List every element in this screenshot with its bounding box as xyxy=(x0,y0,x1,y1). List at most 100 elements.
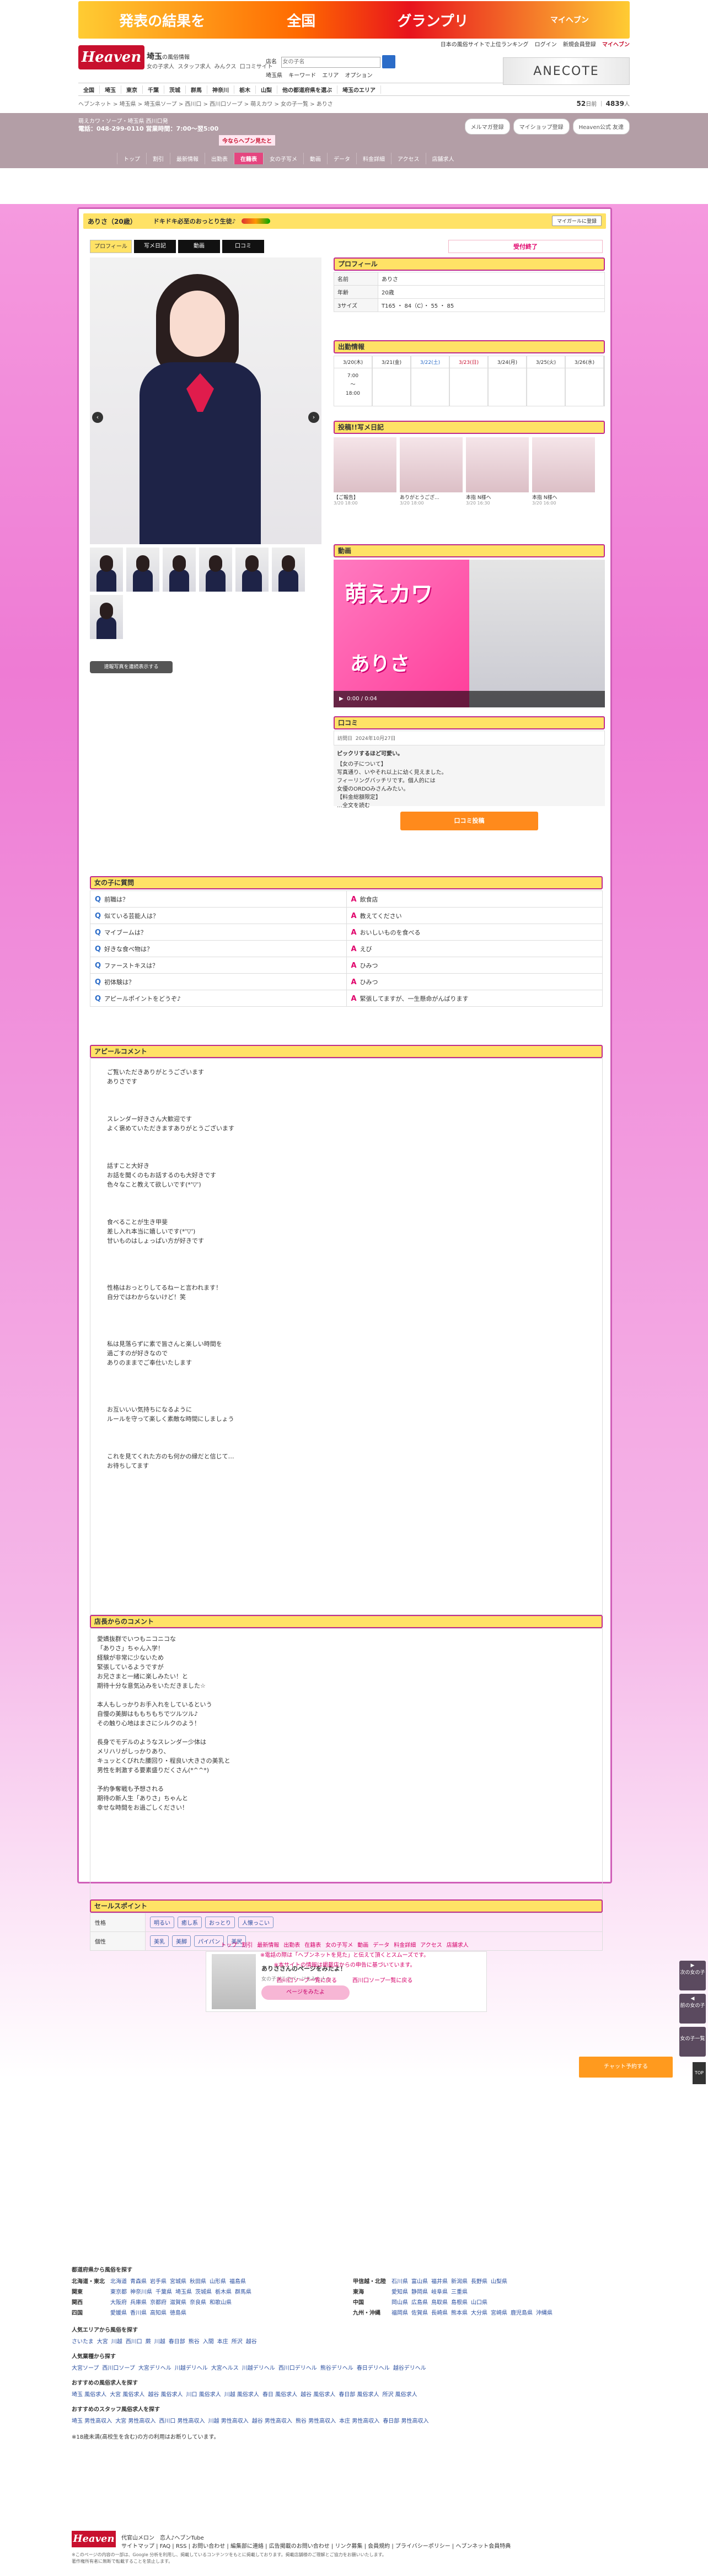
shop-tab[interactable]: 店舗求人 xyxy=(425,153,460,164)
tab-diary[interactable]: 写メ日記 xyxy=(134,240,176,253)
diary-item[interactable]: ありがとうござ... 3/20 18:00 xyxy=(400,437,463,506)
back-link[interactable]: 西川口ソープ一覧に戻る xyxy=(277,1978,337,1984)
shop-tab[interactable]: 割引 xyxy=(146,153,170,164)
nav-item[interactable]: 東京 xyxy=(121,85,143,94)
nav-item[interactable]: 他の都道府県を選ぶ xyxy=(277,85,337,94)
bottom-tab[interactable]: 動画 xyxy=(357,1942,368,1949)
play-icon[interactable]: ▶ xyxy=(339,696,344,702)
video-player[interactable]: 萌えカワ ありさ ▶ 0:00 / 0:04 xyxy=(334,560,605,707)
bottom-tab[interactable]: 在籍表 xyxy=(304,1942,321,1949)
mailmag-button[interactable]: メルマガ登録 xyxy=(464,119,510,135)
thumbnail[interactable] xyxy=(272,548,305,592)
grand-prix-banner[interactable]: 発表の結果を 全国 グランプリ マイヘブン xyxy=(78,1,630,39)
nav-item[interactable]: 埼玉のエリア xyxy=(337,85,381,94)
bottom-tab[interactable]: 出勤表 xyxy=(283,1942,300,1949)
bottom-tab[interactable]: アクセス xyxy=(420,1942,442,1949)
sales-tag[interactable]: 癒し系 xyxy=(178,1917,202,1928)
breadcrumb[interactable]: ヘブンネット > 埼玉県 > 埼玉県ソープ > 西川口 > 西川口ソープ > 萌… xyxy=(78,99,333,108)
mypage-button[interactable]: ページをみたよ xyxy=(261,1985,350,2000)
bottom-tab[interactable]: データ xyxy=(373,1942,389,1949)
thumbnail[interactable] xyxy=(90,548,123,592)
bottom-tab[interactable]: トップ xyxy=(221,1942,237,1949)
search-input[interactable] xyxy=(281,56,380,68)
footer-link[interactable]: 広告掲載のお問い合わせ xyxy=(269,2543,330,2550)
nav-item[interactable]: 全国 xyxy=(78,85,100,94)
nav-item[interactable]: 埼玉 xyxy=(100,85,121,94)
footer-link[interactable]: 代官山メロン xyxy=(121,2535,154,2541)
register-link[interactable]: 新規会員登録 xyxy=(563,42,596,48)
myheaven-link[interactable]: マイヘブン xyxy=(602,42,630,48)
ranking-link[interactable]: 日本の風俗サイトで上位ランキング xyxy=(441,42,529,48)
bottom-tab[interactable]: 最新情報 xyxy=(257,1942,279,1949)
chat-reserve-button[interactable]: チャット予約する xyxy=(579,2057,673,2078)
sales-tag[interactable]: 明るい xyxy=(150,1917,174,1928)
shop-tab[interactable]: 料金詳細 xyxy=(356,153,391,164)
shop-tab[interactable]: トップ xyxy=(117,153,146,164)
slideshow-button[interactable]: 速報写真を連続表示する xyxy=(90,661,173,673)
diary-item[interactable]: 本指 N様へ 3/20 16:00 xyxy=(532,437,595,506)
sales-tag[interactable]: 人懐っこい xyxy=(238,1917,273,1928)
search-button[interactable] xyxy=(382,55,395,68)
prev-girl-button[interactable]: ◀ 前の女の子 xyxy=(679,1994,706,2024)
thumbnail[interactable] xyxy=(90,595,123,639)
footer-link[interactable]: FAQ xyxy=(160,2543,170,2550)
tab-profile[interactable]: プロフィール xyxy=(90,240,132,253)
video-controls[interactable]: ▶ 0:00 / 0:04 xyxy=(334,691,605,707)
nav-item[interactable]: 千葉 xyxy=(143,85,164,94)
footer-link[interactable]: リンク募集 xyxy=(335,2543,362,2550)
footer-link[interactable]: お問い合わせ xyxy=(192,2543,225,2550)
shop-tab-active[interactable]: 在籍表 xyxy=(234,153,263,164)
sub-link[interactable]: 女の子求人 xyxy=(147,64,174,70)
shop-tab[interactable]: 動画 xyxy=(303,153,327,164)
site-logo[interactable]: Heaven xyxy=(78,45,144,69)
footer-staff-links[interactable]: 埼玉 男性高収入 大宮 男性高収入 西川口 男性高収入 川越 男性高収入 越谷 男性高収… xyxy=(72,2416,623,2424)
review-post-button[interactable]: 口コミ投稿 xyxy=(400,812,538,830)
thumbnail[interactable] xyxy=(163,548,196,592)
shop-tab[interactable]: アクセス xyxy=(391,153,426,164)
thumbnail[interactable] xyxy=(235,548,269,592)
search-chip[interactable]: キーワード xyxy=(288,73,316,79)
footer-link[interactable]: 恋人♪ヘブンTube xyxy=(160,2535,204,2541)
footer-area-links[interactable]: さいたま 大宮 川越 西川口蕨川越 春日部 熊谷 入間 本庄 所沢 越谷 xyxy=(72,2337,623,2345)
chevron-right-icon[interactable]: › xyxy=(308,412,319,423)
myshop-button[interactable]: マイショップ登録 xyxy=(513,119,570,135)
nav-item[interactable]: 山梨 xyxy=(256,85,277,94)
bottom-tab[interactable]: 料金詳細 xyxy=(394,1942,416,1949)
sub-link[interactable]: スタッフ求人 xyxy=(178,64,211,70)
sub-link[interactable]: みんクス xyxy=(214,64,237,70)
nav-item[interactable]: 群馬 xyxy=(186,85,207,94)
footer-link[interactable]: プライバシーポリシー xyxy=(395,2543,450,2550)
shop-tab[interactable]: 女の子写メ xyxy=(263,153,303,164)
footer-link[interactable]: ヘブンネット会員特典 xyxy=(455,2543,511,2550)
login-link[interactable]: ログイン xyxy=(535,42,557,48)
footer-link[interactable]: サイトマップ xyxy=(121,2543,154,2550)
thumbnail[interactable] xyxy=(199,548,232,592)
footer-link[interactable]: 編集部に連絡 xyxy=(230,2543,264,2550)
back-link[interactable]: 西川口ソープ一覧に戻る xyxy=(352,1978,412,1984)
nav-item[interactable]: 茨城 xyxy=(164,85,186,94)
footer-logo[interactable]: Heaven xyxy=(72,2531,116,2547)
tab-review[interactable]: 口コミ xyxy=(222,240,264,253)
search-chip[interactable]: オプション xyxy=(345,73,373,79)
bottom-tab[interactable]: 店舗求人 xyxy=(447,1942,469,1949)
shop-tab[interactable]: 出勤表 xyxy=(205,153,234,164)
sales-tag[interactable]: おっとり xyxy=(205,1917,235,1928)
to-top-button[interactable]: TOP xyxy=(693,2062,706,2084)
shop-tab[interactable]: データ xyxy=(327,153,356,164)
chevron-left-icon[interactable]: ‹ xyxy=(92,412,103,423)
next-girl-button[interactable]: ▶ 次の女の子 xyxy=(679,1961,706,1990)
main-photo[interactable]: ‹ › xyxy=(90,257,321,544)
nav-item[interactable]: 栃木 xyxy=(234,85,256,94)
header-ad[interactable]: ANECOTE xyxy=(503,57,630,85)
shop-tab[interactable]: 最新情報 xyxy=(170,153,205,164)
search-chip[interactable]: 埼玉県 xyxy=(266,73,282,79)
diary-item[interactable]: 本指 N様へ 3/20 16:30 xyxy=(466,437,529,506)
search-chip[interactable]: エリア xyxy=(322,73,339,79)
footer-link[interactable]: 会員規約 xyxy=(368,2543,390,2550)
mygirl-button[interactable]: マイガールに登録 xyxy=(551,216,602,226)
tab-video[interactable]: 動画 xyxy=(178,240,220,253)
bottom-tab[interactable]: 割引 xyxy=(242,1942,253,1949)
footer-link[interactable]: RSS xyxy=(176,2543,187,2550)
diary-item[interactable]: 【ご報告】 3/20 18:00 xyxy=(334,437,396,506)
girl-list-button[interactable]: 女の子一覧 xyxy=(679,2027,706,2057)
